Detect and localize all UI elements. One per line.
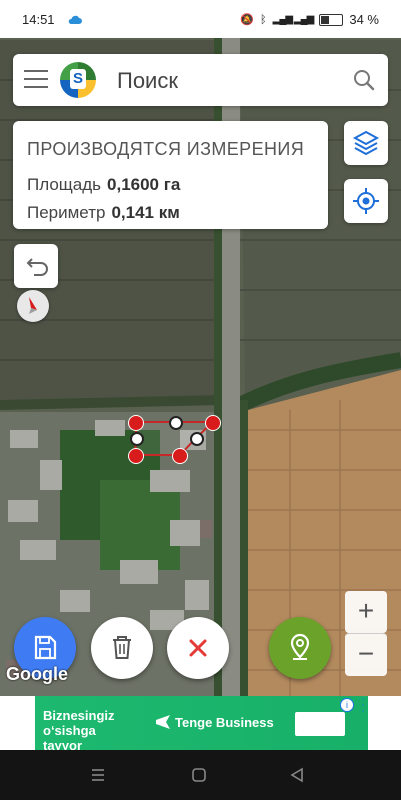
area-label: Площадь xyxy=(27,175,102,194)
measurement-title: ПРОИЗВОДЯТСЯ ИЗМЕРЕНИЯ xyxy=(27,139,305,159)
android-nav-bar xyxy=(0,750,401,800)
add-point-button[interactable] xyxy=(269,617,331,679)
ad-more-icon[interactable]: · · · xyxy=(361,694,365,717)
battery-icon xyxy=(319,13,344,26)
search-input[interactable]: Поиск xyxy=(117,68,178,94)
crosshair-icon xyxy=(353,188,379,214)
mute-icon: 🔕 xyxy=(240,14,255,26)
ad-info-icon[interactable]: i xyxy=(340,698,354,712)
perimeter-row: Периметр 0,141 км xyxy=(27,203,180,223)
layers-button[interactable] xyxy=(344,121,388,165)
store-badges xyxy=(295,712,345,736)
marker-midpoint[interactable] xyxy=(190,432,204,446)
signal-icon: ▂▄▆ ▂▄▆ xyxy=(272,14,315,25)
delete-button[interactable] xyxy=(91,617,153,679)
bluetooth-icon: ᛒ xyxy=(260,13,267,26)
brand-logo-icon xyxy=(156,715,170,729)
my-location-button[interactable] xyxy=(344,179,388,223)
app-logo: S xyxy=(60,62,96,98)
google-attribution: Google xyxy=(6,664,68,684)
perimeter-value: 0,141 км xyxy=(111,203,180,222)
weather-icon xyxy=(68,15,82,24)
close-icon xyxy=(189,639,207,657)
zoom-out-button[interactable]: − xyxy=(345,633,387,676)
undo-icon xyxy=(26,258,48,276)
ad-text: Biznesingiz o‘sishga tayyor xyxy=(43,708,115,753)
zoom-in-button[interactable]: + xyxy=(345,591,387,633)
marker-vertex[interactable] xyxy=(205,415,221,431)
search-icon[interactable] xyxy=(352,68,376,92)
marker-midpoint[interactable] xyxy=(169,416,183,430)
cancel-button[interactable] xyxy=(167,617,229,679)
status-time: 14:51 xyxy=(22,12,55,27)
perimeter-label: Периметр xyxy=(27,203,106,222)
trash-icon xyxy=(113,636,131,659)
compass-button[interactable] xyxy=(17,290,49,322)
area-row: Площадь 0,1600 га xyxy=(27,175,180,195)
ad-banner-container: Biznesingiz o‘sishga tayyor Tenge Busine… xyxy=(0,694,401,753)
marker-vertex[interactable] xyxy=(128,415,144,431)
layers-icon xyxy=(352,130,380,156)
battery-percent: 34 % xyxy=(349,12,379,27)
status-bar: 14:51 🔕 ᛒ ▂▄▆ ▂▄▆ 34 % xyxy=(0,0,401,38)
menu-icon[interactable] xyxy=(24,70,48,90)
ad-banner[interactable]: Biznesingiz o‘sishga tayyor Tenge Busine… xyxy=(35,694,368,753)
compass-icon xyxy=(29,297,37,314)
search-bar[interactable]: S Поиск xyxy=(13,54,388,106)
marker-vertex[interactable] xyxy=(172,448,188,464)
measurement-panel: ПРОИЗВОДЯТСЯ ИЗМЕРЕНИЯ Площадь 0,1600 га … xyxy=(13,121,328,229)
location-pin-icon xyxy=(290,633,310,660)
home-icon[interactable] xyxy=(191,767,207,783)
marker-midpoint[interactable] xyxy=(130,432,144,446)
marker-vertex[interactable] xyxy=(128,448,144,464)
back-icon[interactable] xyxy=(290,767,304,783)
area-value: 0,1600 га xyxy=(107,175,181,194)
undo-button[interactable] xyxy=(14,244,58,288)
recent-apps-icon[interactable] xyxy=(90,768,106,782)
ad-brand: Tenge Business xyxy=(175,715,274,730)
